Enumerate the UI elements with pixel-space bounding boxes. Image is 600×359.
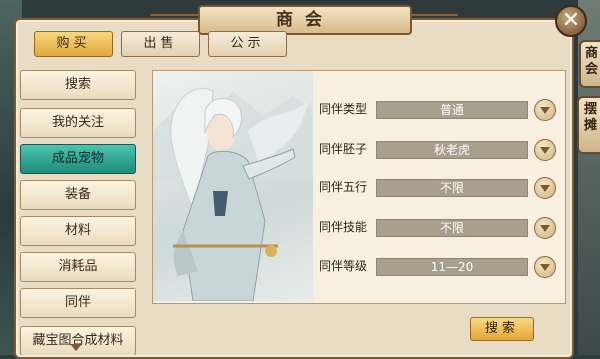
category-watchlist[interactable]: 我的关注 xyxy=(20,108,136,138)
tab-notice[interactable]: 公示 xyxy=(208,31,287,57)
filter-value-element[interactable]: 不限 xyxy=(376,179,528,197)
category-materials[interactable]: 材料 xyxy=(20,216,136,246)
tab-sell[interactable]: 出售 xyxy=(121,31,200,57)
search-button[interactable]: 搜索 xyxy=(470,317,534,341)
filter-label-embryo: 同伴胚子 xyxy=(319,142,368,156)
filter-value-level[interactable]: 11—20 xyxy=(376,258,528,276)
close-icon[interactable]: ✕ xyxy=(555,5,587,37)
filter-label-element: 同伴五行 xyxy=(319,180,368,194)
filter-value-skill[interactable]: 不限 xyxy=(376,219,528,237)
category-list: 搜索 我的关注 成品宠物 装备 材料 消耗品 同伴 藏宝图合成材料 xyxy=(20,68,138,355)
category-consumables[interactable]: 消耗品 xyxy=(20,252,136,282)
filter-value-embryo[interactable]: 秋老虎 xyxy=(376,141,528,159)
dropdown-arrow-icon[interactable] xyxy=(534,99,556,121)
dropdown-arrow-icon[interactable] xyxy=(534,256,556,278)
tab-buy[interactable]: 购买 xyxy=(34,31,113,57)
filter-label-skill: 同伴技能 xyxy=(319,220,368,234)
category-search[interactable]: 搜索 xyxy=(20,70,136,100)
title-ornament-left xyxy=(150,14,198,22)
category-finished-pets[interactable]: 成品宠物 xyxy=(20,144,136,174)
category-companions[interactable]: 同伴 xyxy=(20,288,136,318)
filter-label-type: 同伴类型 xyxy=(319,102,368,116)
companion-portrait xyxy=(153,71,313,301)
dropdown-arrow-icon[interactable] xyxy=(534,177,556,199)
category-equipment[interactable]: 装备 xyxy=(20,180,136,210)
side-tab-stall[interactable]: 摆摊 xyxy=(577,96,600,154)
scroll-down-icon[interactable] xyxy=(70,344,82,351)
side-tab-merchant[interactable]: 商会 xyxy=(579,40,600,88)
filter-label-level: 同伴等级 xyxy=(319,259,368,273)
dropdown-arrow-icon[interactable] xyxy=(534,217,556,239)
filter-value-type[interactable]: 普通 xyxy=(376,101,528,119)
title-ornament-right xyxy=(410,14,458,22)
dropdown-arrow-icon[interactable] xyxy=(534,139,556,161)
